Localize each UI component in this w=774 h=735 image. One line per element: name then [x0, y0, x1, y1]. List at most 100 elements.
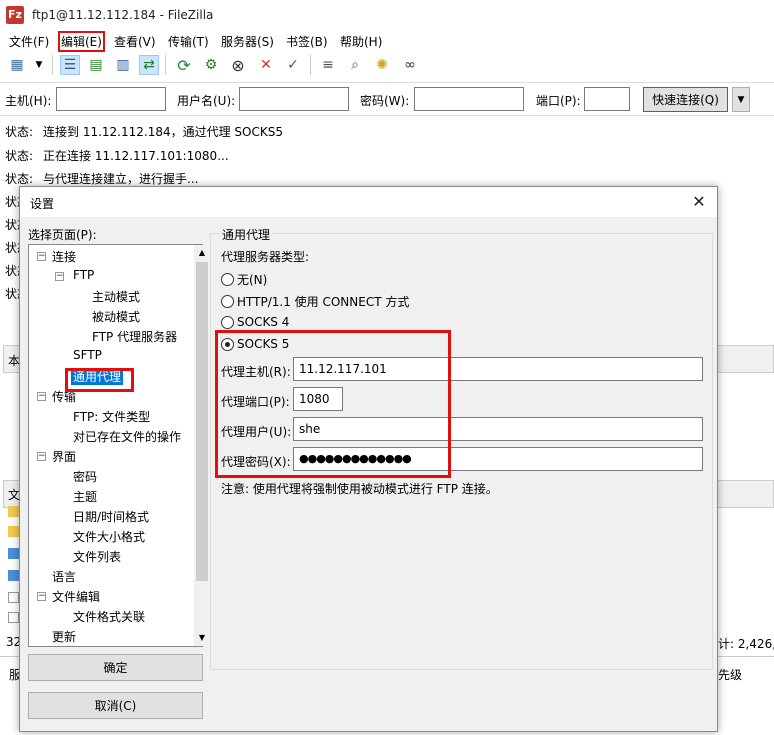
host-label: 主机(H):	[5, 94, 52, 108]
toggle-local-tree-icon[interactable]: ▤	[86, 55, 106, 75]
menu-bar: 文件(F) 编辑(E) 查看(V) 传输(T) 服务器(S) 书签(B) 帮助(…	[0, 30, 774, 52]
collapse-toggle-icon[interactable]: −	[37, 392, 46, 401]
tree-item-sftp[interactable]: SFTP	[73, 348, 102, 362]
site-manager-dropdown-icon[interactable]: ▼	[29, 55, 49, 75]
tree-item-interface[interactable]: 界面	[52, 448, 76, 465]
collapse-toggle-icon[interactable]: −	[37, 452, 46, 461]
toolbar: ▦ ▼ ☰ ▤ ▥ ⇄ ⟳ ⚙ ⊗ ✕ ✓ ≡ ⌕ ✺ ∞	[0, 50, 774, 80]
port-label: 端口(P):	[536, 94, 581, 108]
select-page-label: 选择页面(P):	[28, 228, 97, 242]
site-manager-icon[interactable]: ▦	[7, 55, 27, 75]
username-label: 用户名(U):	[177, 94, 236, 108]
window-title: ftp1@11.12.112.184 - FileZilla	[32, 8, 214, 22]
password-label: 密码(W):	[360, 94, 410, 108]
cancel-button[interactable]: 取消(C)	[28, 692, 203, 719]
log-line: 状态: 正在连接 11.12.117.101:1080...	[5, 149, 229, 163]
collapse-toggle-icon[interactable]: −	[37, 252, 46, 261]
tree-item-filesize-format[interactable]: 文件大小格式	[73, 528, 145, 545]
proxy-type-none-option[interactable]: 无(N)	[221, 271, 267, 288]
sync-browse-icon[interactable]: ✺	[372, 55, 392, 75]
collapse-toggle-icon[interactable]: −	[55, 272, 64, 281]
menu-transfer[interactable]: 传输(T)	[168, 33, 209, 50]
refresh-icon[interactable]: ⟳	[174, 55, 194, 75]
drive-icon	[8, 548, 19, 559]
proxy-type-socks4-option[interactable]: SOCKS 4	[221, 315, 289, 329]
username-input[interactable]	[239, 87, 349, 111]
file-icon	[8, 612, 19, 623]
proxy-type-none-label: 无(N)	[237, 273, 268, 287]
cancel-operation-icon[interactable]: ⊗	[228, 55, 248, 75]
toggle-remote-tree-icon[interactable]: ▥	[113, 55, 133, 75]
reconnect-icon[interactable]: ✓	[283, 55, 303, 75]
menu-server[interactable]: 服务器(S)	[221, 33, 274, 50]
radio-icon[interactable]	[221, 273, 234, 286]
tree-item-passive-mode[interactable]: 被动模式	[92, 308, 140, 325]
close-icon[interactable]: ✕	[688, 191, 710, 213]
quick-connect-history-dropdown[interactable]: ▼	[732, 87, 750, 112]
settings-dialog: 设置 ✕ 选择页面(P): − 连接 − FTP 主动模式 被动模式 FTP 代…	[19, 186, 718, 732]
directory-filter-icon[interactable]: ≡	[318, 55, 338, 75]
quick-connect-button[interactable]: 快速连接(Q)	[643, 87, 728, 112]
toolbar-separator	[310, 55, 311, 75]
tree-item-ftp[interactable]: FTP	[73, 268, 94, 282]
dialog-title-bar: 设置 ✕	[20, 187, 717, 217]
proxy-type-http-label: HTTP/1.1 使用 CONNECT 方式	[237, 295, 410, 309]
tree-item-themes[interactable]: 主题	[73, 488, 97, 505]
toggle-queue-icon[interactable]: ⇄	[139, 55, 159, 75]
collapse-toggle-icon[interactable]: −	[37, 592, 46, 601]
radio-icon[interactable]	[221, 315, 234, 329]
tree-item-passwords[interactable]: 密码	[73, 468, 97, 485]
tree-item-updates[interactable]: 更新	[52, 628, 76, 645]
tree-item-active-mode[interactable]: 主动模式	[92, 288, 140, 305]
password-input[interactable]	[414, 87, 524, 111]
section-title: 通用代理	[220, 226, 273, 243]
folder-icon	[8, 526, 19, 537]
tree-item-ftp-file-types[interactable]: FTP: 文件类型	[73, 408, 150, 425]
proxy-type-http-option[interactable]: HTTP/1.1 使用 CONNECT 方式	[221, 293, 409, 310]
process-queue-icon[interactable]: ⚙	[201, 55, 221, 75]
menu-bookmarks[interactable]: 书签(B)	[286, 33, 328, 50]
scroll-up-icon[interactable]: ▲	[194, 245, 210, 261]
menu-view[interactable]: 查看(V)	[114, 33, 156, 50]
selected-item-highlight-box	[65, 368, 134, 392]
search-files-icon[interactable]: ∞	[400, 55, 420, 75]
file-icon	[8, 592, 19, 603]
proxy-type-label: 代理服务器类型:	[221, 250, 310, 264]
tree-item-file-editing[interactable]: 文件编辑	[52, 588, 100, 605]
remote-total-size: 计: 2,426,3	[718, 637, 774, 651]
menu-edit[interactable]: 编辑(E)	[58, 31, 105, 52]
drive-icon	[8, 570, 19, 581]
toolbar-separator	[165, 55, 166, 75]
port-input[interactable]	[584, 87, 630, 111]
scrollbar-thumb[interactable]	[196, 262, 208, 581]
disconnect-icon[interactable]: ✕	[256, 55, 276, 75]
settings-page-tree[interactable]: − 连接 − FTP 主动模式 被动模式 FTP 代理服务器 SFTP 通用代理…	[28, 244, 210, 647]
menu-help[interactable]: 帮助(H)	[340, 33, 382, 50]
folder-icon	[8, 506, 19, 517]
log-line: 状态: 连接到 11.12.112.184，通过代理 SOCKS5	[5, 125, 283, 139]
passive-mode-note: 注意: 使用代理将强制使用被动模式进行 FTP 连接。	[221, 482, 498, 496]
tree-item-language[interactable]: 语言	[52, 568, 76, 585]
scroll-down-icon[interactable]: ▼	[194, 630, 210, 646]
tree-item-file-lists[interactable]: 文件列表	[73, 548, 121, 565]
tree-item-filetype-associations[interactable]: 文件格式关联	[73, 608, 145, 625]
tree-scrollbar[interactable]: ▲ ▼	[194, 245, 210, 646]
filezilla-app-icon: Fz	[6, 6, 24, 24]
toolbar-separator	[52, 55, 53, 75]
dialog-title: 设置	[30, 197, 55, 211]
tree-item-ftp-proxy[interactable]: FTP 代理服务器	[92, 328, 177, 345]
menu-file[interactable]: 文件(F)	[9, 33, 49, 50]
tree-item-file-exists-action[interactable]: 对已存在文件的操作	[73, 428, 181, 445]
socks5-settings-highlight-box	[215, 330, 451, 478]
tree-item-connection[interactable]: 连接	[52, 248, 76, 265]
title-bar: Fz ftp1@11.12.112.184 - FileZilla	[0, 0, 774, 30]
host-input[interactable]	[56, 87, 166, 111]
directory-compare-icon[interactable]: ⌕	[345, 55, 365, 75]
tree-item-date-time-format[interactable]: 日期/时间格式	[73, 508, 149, 525]
quick-connect-bar: 主机(H): 用户名(U): 密码(W): 端口(P): 快速连接(Q) ▼	[0, 82, 774, 116]
radio-icon[interactable]	[221, 295, 234, 308]
queue-priority-column: 先级	[718, 668, 743, 682]
ok-button[interactable]: 确定	[28, 654, 203, 681]
toggle-log-icon[interactable]: ☰	[60, 55, 80, 75]
log-line: 状态: 与代理连接建立，进行握手...	[5, 172, 199, 186]
